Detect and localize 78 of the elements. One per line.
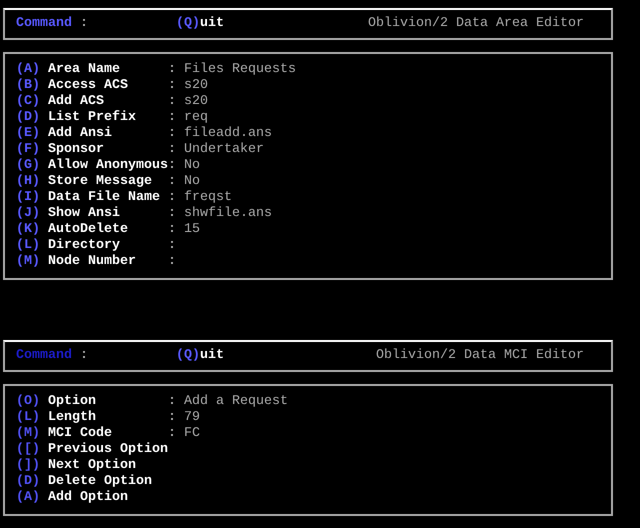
action-label: Delete Option [48, 474, 153, 490]
field-label: Length [48, 410, 97, 426]
editor-title: Oblivion/2 Data MCI Editor [376, 348, 584, 364]
option-key: (C) [16, 94, 48, 110]
field-separator: : [168, 158, 177, 174]
field-separator: : [168, 394, 177, 410]
field-value: Add a Request [184, 394, 289, 410]
field-value: No [184, 174, 201, 190]
option-key: (E) [16, 126, 48, 142]
field-value: freqst [184, 190, 233, 206]
field-label: Data File Name [48, 190, 161, 206]
option-key: (J) [16, 206, 48, 222]
option-key: (L) [16, 238, 48, 254]
field-value: s20 [184, 78, 209, 94]
field-separator: : [168, 174, 177, 190]
command-separator: : [80, 348, 89, 364]
option-key: (F) [16, 142, 48, 158]
option-key: (D) [16, 474, 48, 490]
option-key: ([) [16, 442, 48, 458]
option-key: (I) [16, 190, 48, 206]
field-value: No [184, 158, 201, 174]
option-key: (A) [16, 62, 48, 78]
field-value: fileadd.ans [184, 126, 273, 142]
action-label: Add Option [48, 490, 129, 506]
field-value: Files Requests [184, 62, 297, 78]
option-key: (O) [16, 394, 48, 410]
field-label: Access ACS [48, 78, 129, 94]
field-separator: : [168, 222, 177, 238]
option-key: (A) [16, 490, 48, 506]
command-separator: : [80, 16, 89, 32]
field-label: MCI Code [48, 426, 113, 442]
field-label: AutoDelete [48, 222, 129, 238]
field-label: Allow Anonymous [48, 158, 168, 174]
option-key: (K) [16, 222, 48, 238]
option-key: (L) [16, 410, 48, 426]
field-separator: : [168, 142, 177, 158]
field-label: Area Name [48, 62, 121, 78]
field-label: Add ACS [48, 94, 105, 110]
field-value: 79 [184, 410, 201, 426]
field-label: Add Ansi [48, 126, 113, 142]
field-value: req [184, 110, 209, 126]
field-value: shwfile.ans [184, 206, 273, 222]
field-label: Option [48, 394, 97, 410]
field-separator: : [168, 94, 177, 110]
field-separator: : [168, 78, 177, 94]
field-separator: : [168, 190, 177, 206]
option-key: (]) [16, 458, 48, 474]
field-separator: : [168, 238, 177, 254]
field-separator: : [168, 410, 177, 426]
option-key: (G) [16, 158, 48, 174]
editor-title: Oblivion/2 Data Area Editor [368, 16, 584, 32]
option-key: (M) [16, 426, 48, 442]
field-label: Store Message [48, 174, 153, 190]
field-separator: : [168, 254, 177, 270]
field-label: Show Ansi [48, 206, 121, 222]
field-label: Sponsor [48, 142, 105, 158]
option-key: (B) [16, 78, 48, 94]
field-label: List Prefix [48, 110, 137, 126]
action-label: Next Option [48, 458, 137, 474]
field-value: 15 [184, 222, 201, 238]
field-separator: : [168, 62, 177, 78]
quit-command[interactable]: (Q)uit [176, 348, 224, 364]
field-separator: : [168, 426, 177, 442]
field-separator: : [168, 206, 177, 222]
field-separator: : [168, 110, 177, 126]
field-value: Undertaker [184, 142, 265, 158]
quit-command[interactable]: (Q)uit [176, 16, 224, 32]
option-key: (M) [16, 254, 48, 270]
field-value: FC [184, 426, 201, 442]
field-label: Directory [48, 238, 121, 254]
field-separator: : [168, 126, 177, 142]
field-label: Node Number [48, 254, 137, 270]
action-label: Previous Option [48, 442, 169, 458]
option-key: (H) [16, 174, 48, 190]
command-label: Command [16, 16, 73, 32]
command-label: Command [16, 348, 73, 364]
field-value: s20 [184, 94, 209, 110]
option-key: (D) [16, 110, 48, 126]
